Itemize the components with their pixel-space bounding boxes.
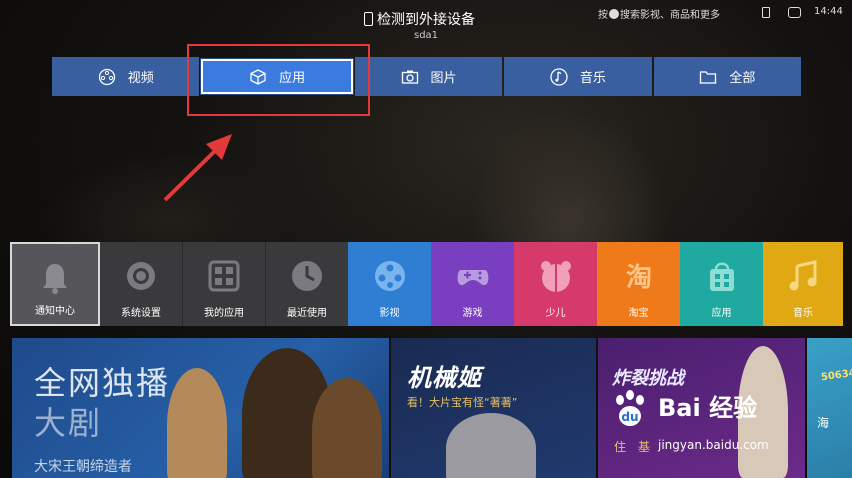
device-detected-text: 检测到外接设备 [377, 12, 475, 28]
banner-ex-machina[interactable]: 机械姬 看！大片宝有怪“著著” [391, 338, 596, 478]
tab-label: 音乐 [579, 71, 606, 86]
device-name: sda1 [414, 30, 439, 41]
search-hint: 按 搜索影视、商品和更多 [598, 6, 720, 21]
banner-subtitle: 大剧 [34, 404, 103, 442]
watermark-title: Bai 经验 [658, 394, 758, 422]
bell-icon [37, 260, 73, 296]
film-reel-icon [372, 258, 408, 294]
tab-label: 全部 [729, 71, 756, 86]
banner-drama[interactable]: 全网独播 大剧 大宋王朝缔造者 [12, 338, 389, 478]
app-label: 最近使用 [287, 308, 327, 319]
search-hint-prefix: 按 [598, 10, 608, 21]
banner-caption: 大宋王朝缔造者 [34, 459, 132, 475]
app-apps[interactable]: 应用 [680, 242, 763, 326]
music-note-icon [550, 67, 568, 86]
usb-drive-icon [364, 12, 373, 26]
app-label: 我的应用 [204, 308, 244, 319]
shopping-bag-icon [704, 258, 740, 294]
app-kids[interactable]: 少儿 [514, 242, 597, 326]
app-label: 少儿 [545, 308, 566, 319]
actor-figure [167, 368, 227, 478]
baidu-paw-icon: du [616, 390, 644, 426]
tab-pictures[interactable]: 图片 [354, 57, 503, 96]
gamepad-icon [455, 258, 491, 294]
app-music[interactable]: 音乐 [763, 242, 843, 326]
robot-head-figure [446, 413, 536, 478]
menu-key-icon [609, 8, 619, 19]
annotation-arrow [163, 134, 232, 202]
app-games[interactable]: 游戏 [431, 242, 514, 326]
gear-icon [123, 258, 159, 294]
banner-title: 炸裂挑战 [612, 368, 684, 389]
app-row: 通知中心 系统设置 我的应用 最近使用 影视 游戏 少儿 淘 淘宝 应用 音乐 [10, 242, 852, 328]
app-label: 音乐 [793, 308, 813, 319]
kid-face-icon [538, 258, 574, 294]
baidu-jingyan-watermark: du Bai 经验 jingyan.baidu.com [610, 388, 810, 468]
search-hint-text: 搜索影视、商品和更多 [620, 10, 720, 21]
tab-label: 视频 [127, 71, 154, 86]
svg-text:淘: 淘 [625, 263, 651, 293]
banner-partial[interactable]: 50634 海 [807, 338, 852, 478]
camera-icon [401, 68, 419, 86]
clock: 14:44 [814, 6, 843, 17]
app-label: 淘宝 [628, 308, 649, 319]
app-taobao[interactable]: 淘 淘宝 [597, 242, 680, 326]
folder-icon [699, 68, 717, 86]
category-tabs: 视频 应用 图片 音乐 全部 [52, 57, 802, 96]
app-recent[interactable]: 最近使用 [265, 242, 348, 326]
svg-text:du: du [621, 410, 638, 424]
tab-music[interactable]: 音乐 [504, 57, 652, 96]
app-notification-center[interactable]: 通知中心 [10, 242, 100, 326]
app-label: 系统设置 [121, 308, 161, 319]
app-label: 通知中心 [35, 306, 75, 317]
tab-label: 图片 [430, 71, 457, 86]
grid-icon [206, 258, 242, 294]
app-label: 影视 [379, 308, 400, 319]
tab-all[interactable]: 全部 [653, 57, 802, 96]
app-label: 游戏 [462, 308, 483, 319]
clock-icon [289, 258, 325, 294]
app-movies[interactable]: 影视 [348, 242, 431, 326]
banner-subtitle: 看！大片宝有怪“著著” [407, 396, 518, 409]
app-system-settings[interactable]: 系统设置 [100, 242, 182, 326]
lock-icon [762, 7, 770, 18]
film-reel-icon [98, 68, 116, 86]
music-note-icon [785, 258, 821, 294]
device-detected-title: 检测到外接设备 [364, 9, 475, 29]
app-my-apps[interactable]: 我的应用 [182, 242, 265, 326]
annotation-highlight-box [187, 44, 370, 116]
app-label: 应用 [711, 308, 732, 319]
watermark-url: jingyan.baidu.com [658, 438, 769, 452]
banner-caption: 海 [817, 416, 830, 430]
banner-title: 机械姬 [407, 364, 482, 392]
banner-logo: 50634 [820, 367, 852, 384]
tab-video[interactable]: 视频 [52, 57, 200, 96]
message-icon [788, 7, 801, 18]
top-bar: 检测到外接设备 sda1 按 搜索影视、商品和更多 14:44 [0, 0, 852, 45]
actor-figure [312, 378, 382, 478]
taobao-icon: 淘 [621, 258, 657, 294]
